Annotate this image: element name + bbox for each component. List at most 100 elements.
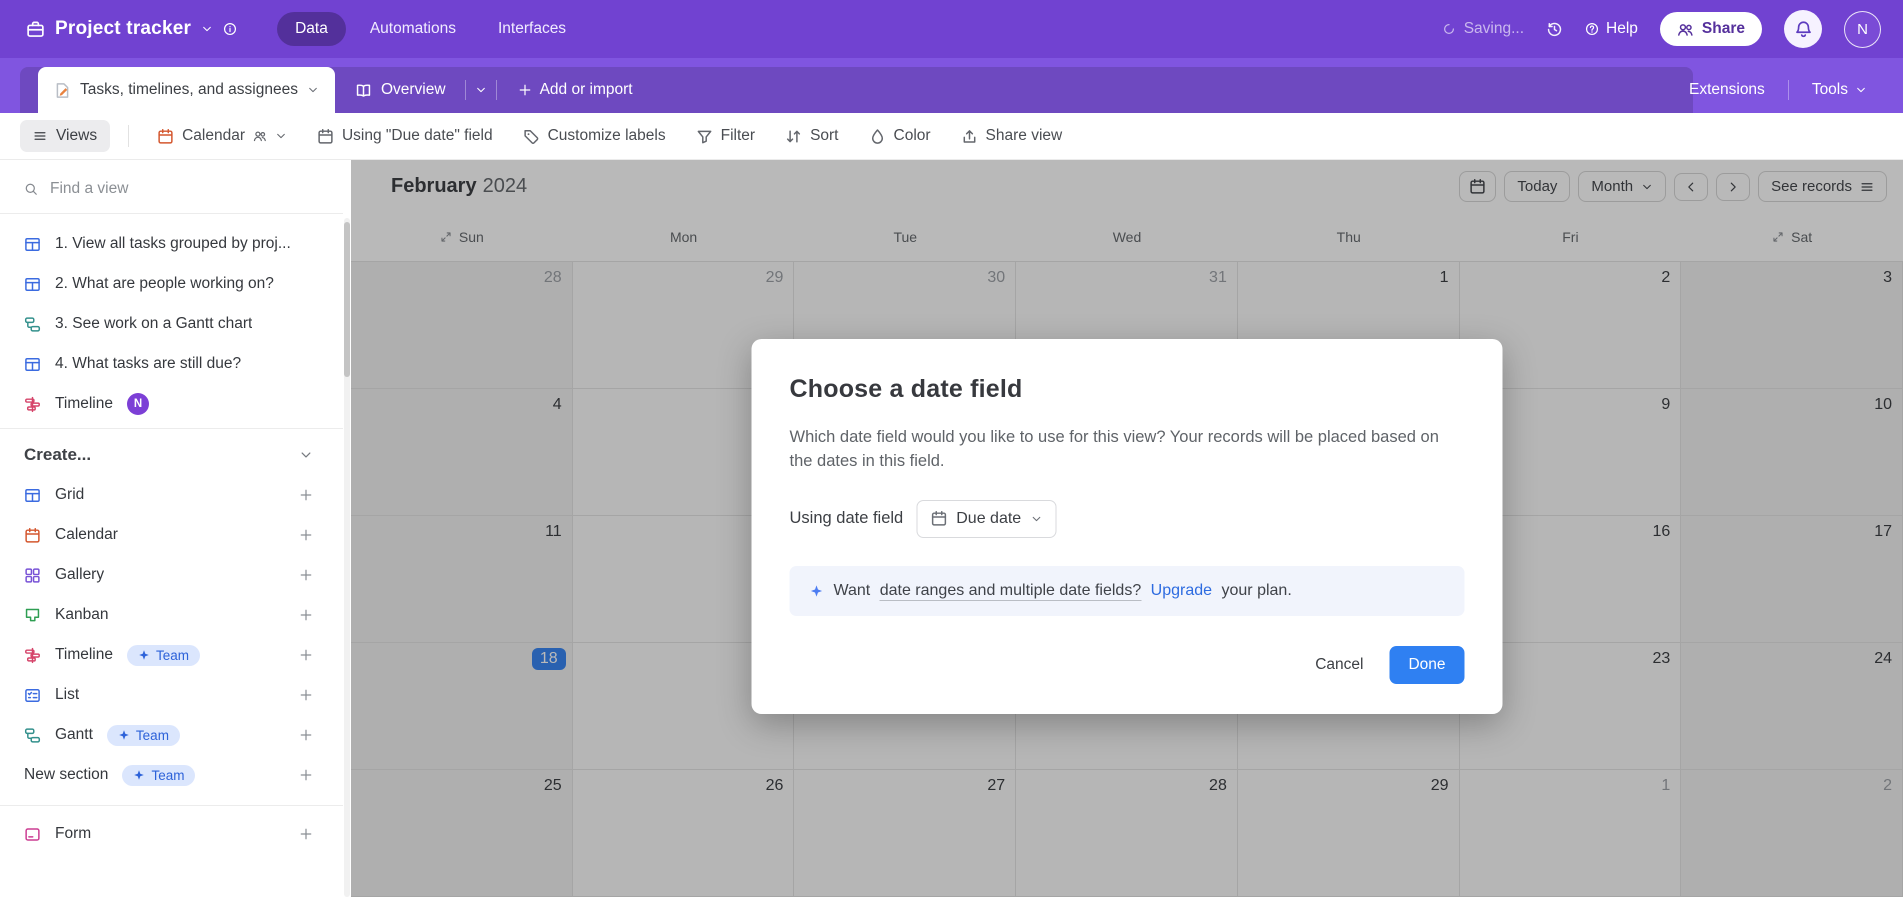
extensions-button[interactable]: Extensions bbox=[1679, 75, 1775, 105]
view-label: 2. What are people working on? bbox=[55, 275, 274, 292]
share-view-button[interactable]: Share view bbox=[951, 121, 1073, 151]
create-view-item[interactable]: Kanban bbox=[0, 595, 343, 635]
share-button[interactable]: Share bbox=[1659, 12, 1762, 46]
plus-icon[interactable] bbox=[299, 568, 313, 582]
notice-suffix: your plan. bbox=[1221, 581, 1292, 599]
plus-icon[interactable] bbox=[299, 608, 313, 622]
sidebar-view-item[interactable]: Timeline N bbox=[0, 384, 343, 424]
color-label: Color bbox=[893, 127, 931, 144]
dialog-actions: Cancel Done bbox=[790, 645, 1465, 684]
avatar[interactable]: N bbox=[1844, 10, 1881, 48]
tab-data[interactable]: Data bbox=[277, 12, 346, 46]
sort-button[interactable]: Sort bbox=[775, 121, 848, 151]
done-button[interactable]: Done bbox=[1389, 645, 1465, 684]
kanban-icon bbox=[24, 607, 41, 624]
customize-labels-label: Customize labels bbox=[547, 127, 666, 144]
sparkle-icon bbox=[810, 584, 824, 598]
find-view-search[interactable] bbox=[0, 160, 343, 213]
customize-labels-button[interactable]: Customize labels bbox=[513, 121, 676, 151]
history-icon[interactable] bbox=[1546, 21, 1563, 38]
notice-intro: Want bbox=[833, 581, 871, 599]
create-view-item[interactable]: New section Team bbox=[0, 755, 343, 795]
create-view-item[interactable]: Timeline Team bbox=[0, 635, 343, 675]
divider bbox=[1787, 80, 1789, 100]
create-item-label: New section bbox=[24, 766, 109, 783]
add-or-import-label: Add or import bbox=[539, 81, 633, 98]
tools-button[interactable]: Tools bbox=[1802, 75, 1877, 105]
date-field-select[interactable]: Due date bbox=[916, 499, 1057, 538]
sidebar-view-item[interactable]: 4. What tasks are still due? bbox=[0, 344, 343, 384]
plus-icon[interactable] bbox=[299, 488, 313, 502]
app-brand[interactable]: Project tracker bbox=[26, 18, 237, 40]
create-view-item[interactable]: Gallery bbox=[0, 555, 343, 595]
chevron-down-icon[interactable] bbox=[475, 84, 487, 96]
tab-strip: Tasks, timelines, and assignees Overview… bbox=[20, 67, 1693, 113]
tab-automations[interactable]: Automations bbox=[352, 12, 474, 46]
chevron-down-icon[interactable] bbox=[307, 84, 319, 96]
create-view-item[interactable]: Gantt Team bbox=[0, 715, 343, 755]
chevron-down-icon bbox=[1030, 513, 1042, 525]
tab-overview[interactable]: Overview bbox=[335, 81, 456, 99]
sparkle-icon bbox=[133, 769, 145, 781]
create-view-item[interactable]: List bbox=[0, 675, 343, 715]
collaborators-icon bbox=[253, 129, 267, 143]
plus-icon bbox=[518, 83, 532, 97]
plus-icon[interactable] bbox=[299, 648, 313, 662]
sidebar-scrollbar[interactable] bbox=[343, 160, 351, 897]
sidebar-view-item[interactable]: 2. What are people working on? bbox=[0, 264, 343, 304]
create-list: Grid Calendar Gallery Kanban Timeline Team Lis… bbox=[0, 473, 343, 799]
using-field-label: Using "Due date" field bbox=[341, 127, 493, 144]
table-tab-active[interactable]: Tasks, timelines, and assignees bbox=[38, 67, 335, 113]
search-input[interactable] bbox=[50, 180, 321, 198]
gallery-icon bbox=[24, 567, 41, 584]
color-button[interactable]: Color bbox=[859, 121, 941, 151]
create-view-item[interactable]: Form bbox=[0, 814, 343, 854]
sort-icon bbox=[785, 128, 802, 145]
chevron-down-icon[interactable] bbox=[201, 23, 213, 35]
info-icon[interactable] bbox=[223, 22, 237, 36]
cancel-button[interactable]: Cancel bbox=[1299, 647, 1379, 683]
tab-bar-right: Extensions Tools bbox=[1679, 67, 1903, 113]
upgrade-notice: Want date ranges and multiple date field… bbox=[789, 565, 1465, 616]
filter-button[interactable]: Filter bbox=[686, 121, 765, 151]
filter-label: Filter bbox=[720, 127, 756, 144]
notifications-button[interactable] bbox=[1784, 10, 1822, 48]
chevron-down-icon[interactable] bbox=[299, 448, 313, 462]
grid-icon bbox=[24, 487, 41, 504]
calendar-icon bbox=[930, 510, 947, 527]
view-toolbar: Views Calendar Using "Due date" field Cu… bbox=[0, 113, 1903, 160]
views-button[interactable]: Views bbox=[20, 120, 111, 152]
team-badge: Team bbox=[106, 724, 180, 746]
help-button[interactable]: Help bbox=[1585, 20, 1638, 38]
create-view-item[interactable]: Grid bbox=[0, 475, 343, 515]
sidebar-view-item[interactable]: 3. See work on a Gantt chart bbox=[0, 304, 343, 344]
grid-icon bbox=[24, 356, 41, 373]
app-title: Project tracker bbox=[55, 18, 192, 39]
view-name-button[interactable]: Calendar bbox=[147, 121, 297, 151]
date-field-setting-button[interactable]: Using "Due date" field bbox=[307, 121, 503, 151]
create-item-label: Gantt bbox=[55, 726, 93, 743]
upgrade-link[interactable]: Upgrade bbox=[1151, 582, 1212, 599]
book-icon bbox=[355, 82, 372, 99]
tab-interfaces[interactable]: Interfaces bbox=[480, 12, 584, 46]
plus-icon[interactable] bbox=[299, 528, 313, 542]
views-label: Views bbox=[56, 127, 98, 144]
plus-icon[interactable] bbox=[299, 728, 313, 742]
plus-icon[interactable] bbox=[299, 688, 313, 702]
plus-icon[interactable] bbox=[299, 768, 313, 782]
view-label: Timeline bbox=[55, 395, 113, 412]
plus-icon[interactable] bbox=[299, 827, 313, 841]
share-label: Share bbox=[1701, 20, 1745, 37]
help-label: Help bbox=[1606, 20, 1638, 37]
create-view-item[interactable]: Calendar bbox=[0, 515, 343, 555]
create-header-label: Create... bbox=[24, 445, 92, 464]
sidebar-view-item[interactable]: 1. View all tasks grouped by proj... bbox=[0, 224, 343, 264]
spinner-icon bbox=[1442, 22, 1456, 36]
add-or-import-button[interactable]: Add or import bbox=[506, 81, 645, 99]
scrollbar-thumb[interactable] bbox=[344, 222, 350, 377]
document-pencil-icon bbox=[54, 82, 71, 99]
create-item-label: Kanban bbox=[55, 606, 109, 623]
create-section-header[interactable]: Create... bbox=[0, 429, 343, 473]
grid-icon bbox=[24, 236, 41, 253]
view-label: 1. View all tasks grouped by proj... bbox=[55, 235, 291, 252]
